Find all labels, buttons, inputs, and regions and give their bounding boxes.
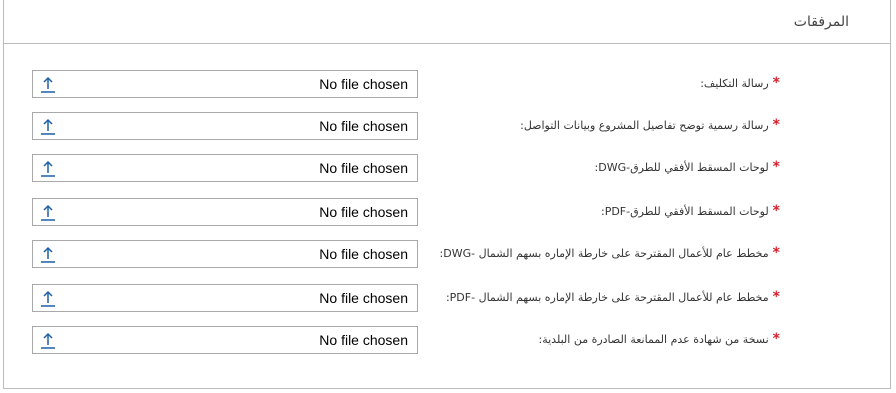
attachment-label-text: لوحات المسقط الأفقي للطرق-DWG: xyxy=(594,161,769,174)
attachment-label: *رسالة التكليف: xyxy=(431,75,780,91)
attachment-label-text: رسالة التكليف: xyxy=(700,77,769,90)
upload-icon[interactable] xyxy=(39,289,57,309)
upload-icon[interactable] xyxy=(39,203,57,223)
attachment-label-text: مخطط عام للأعمال المقترحة على خارطة الإم… xyxy=(439,247,769,260)
file-upload-input[interactable]: No file chosen xyxy=(32,112,418,140)
file-upload-input[interactable]: No file chosen xyxy=(32,70,418,98)
attachment-label-text: رسالة رسمية توضح تفاصيل المشروع وبيانات … xyxy=(520,119,769,132)
attachments-panel: المرفقات No file chosen *رسالة التكليف: No… xyxy=(3,0,891,389)
required-marker: * xyxy=(772,331,780,347)
file-status-text: No file chosen xyxy=(319,332,408,348)
attachment-label: *مخطط عام للأعمال المقترحة على خارطة الإ… xyxy=(431,289,780,305)
required-marker: * xyxy=(772,203,780,219)
attachment-label-text: نسخة من شهادة عدم الممانعة الصادرة من ال… xyxy=(538,333,769,346)
attachment-label: *لوحات المسقط الأفقي للطرق-DWG: xyxy=(431,159,780,175)
file-upload-input[interactable]: No file chosen xyxy=(32,284,418,312)
upload-icon[interactable] xyxy=(39,331,57,351)
attachment-row: No file chosen *مخطط عام للأعمال المقترحة… xyxy=(4,238,890,268)
required-marker: * xyxy=(772,245,780,261)
attachment-row: No file chosen *رسالة رسمية توضح تفاصيل ا… xyxy=(4,110,890,140)
upload-icon[interactable] xyxy=(39,75,57,95)
file-upload-input[interactable]: No file chosen xyxy=(32,326,418,354)
required-marker: * xyxy=(772,159,780,175)
file-upload-input[interactable]: No file chosen xyxy=(32,154,418,182)
file-upload-input[interactable]: No file chosen xyxy=(32,240,418,268)
upload-icon[interactable] xyxy=(39,245,57,265)
attachment-row: No file chosen *نسخة من شهادة عدم الممانع… xyxy=(4,324,890,354)
attachment-label: *لوحات المسقط الأفقي للطرق-PDF: xyxy=(431,203,780,219)
required-marker: * xyxy=(772,289,780,305)
file-status-text: No file chosen xyxy=(319,204,408,220)
attachment-row: No file chosen *مخطط عام للأعمال المقترحة… xyxy=(4,282,890,312)
attachment-label: *مخطط عام للأعمال المقترحة على خارطة الإ… xyxy=(431,245,780,261)
attachment-label-text: مخطط عام للأعمال المقترحة على خارطة الإم… xyxy=(445,291,769,304)
required-marker: * xyxy=(772,75,780,91)
attachment-label-text: لوحات المسقط الأفقي للطرق-PDF: xyxy=(600,205,769,218)
panel-header: المرفقات xyxy=(4,0,890,44)
attachment-row: No file chosen *رسالة التكليف: xyxy=(4,68,890,98)
file-status-text: No file chosen xyxy=(319,246,408,262)
file-status-text: No file chosen xyxy=(319,76,408,92)
attachment-row: No file chosen *لوحات المسقط الأفقي للطرق… xyxy=(4,152,890,182)
file-status-text: No file chosen xyxy=(319,160,408,176)
file-upload-input[interactable]: No file chosen xyxy=(32,198,418,226)
attachment-label: *رسالة رسمية توضح تفاصيل المشروع وبيانات… xyxy=(431,117,780,133)
file-status-text: No file chosen xyxy=(319,290,408,306)
upload-icon[interactable] xyxy=(39,159,57,179)
required-marker: * xyxy=(772,117,780,133)
attachment-row: No file chosen *لوحات المسقط الأفقي للطرق… xyxy=(4,196,890,226)
upload-icon[interactable] xyxy=(39,117,57,137)
section-title: المرفقات xyxy=(793,14,849,30)
attachment-label: *نسخة من شهادة عدم الممانعة الصادرة من ا… xyxy=(431,331,780,347)
file-status-text: No file chosen xyxy=(319,118,408,134)
